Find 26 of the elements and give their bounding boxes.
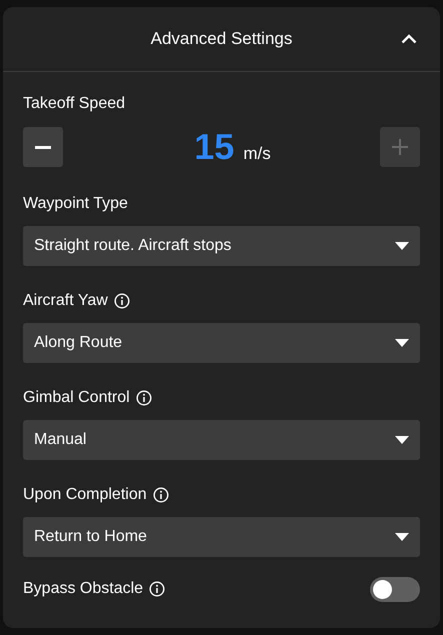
- toggle-switch[interactable]: [370, 576, 420, 602]
- caret-down-icon: [395, 533, 409, 541]
- decrease-button[interactable]: [23, 127, 63, 167]
- speed-value: 15: [194, 127, 234, 167]
- info-icon[interactable]: [152, 487, 169, 503]
- caret-down-icon: [395, 436, 409, 444]
- field-label: Aircraft Yaw: [23, 291, 108, 311]
- speed-unit: m/s: [243, 143, 271, 165]
- dropdown[interactable]: Manual: [23, 420, 420, 460]
- dropdown[interactable]: Return to Home: [23, 517, 420, 557]
- caret-down-icon: [395, 339, 409, 347]
- dropdown[interactable]: Straight route. Aircraft stops: [23, 226, 420, 266]
- chevron-up-icon: [401, 34, 417, 44]
- field-label: Waypoint Type: [23, 194, 128, 214]
- field-label: Gimbal Control: [23, 388, 130, 408]
- minus-icon: [35, 146, 51, 148]
- info-icon[interactable]: [149, 581, 166, 597]
- plus-icon: [392, 139, 408, 155]
- info-icon[interactable]: [114, 293, 130, 309]
- dropdown[interactable]: Along Route: [23, 323, 420, 363]
- field-label: Upon Completion: [23, 485, 147, 505]
- caret-down-icon: [395, 242, 409, 250]
- field-label: Bypass Obstacle: [23, 579, 144, 599]
- field-label: Takeoff Speed: [23, 94, 126, 114]
- panel-title: Advanced Settings: [150, 28, 292, 50]
- info-icon[interactable]: [136, 390, 152, 406]
